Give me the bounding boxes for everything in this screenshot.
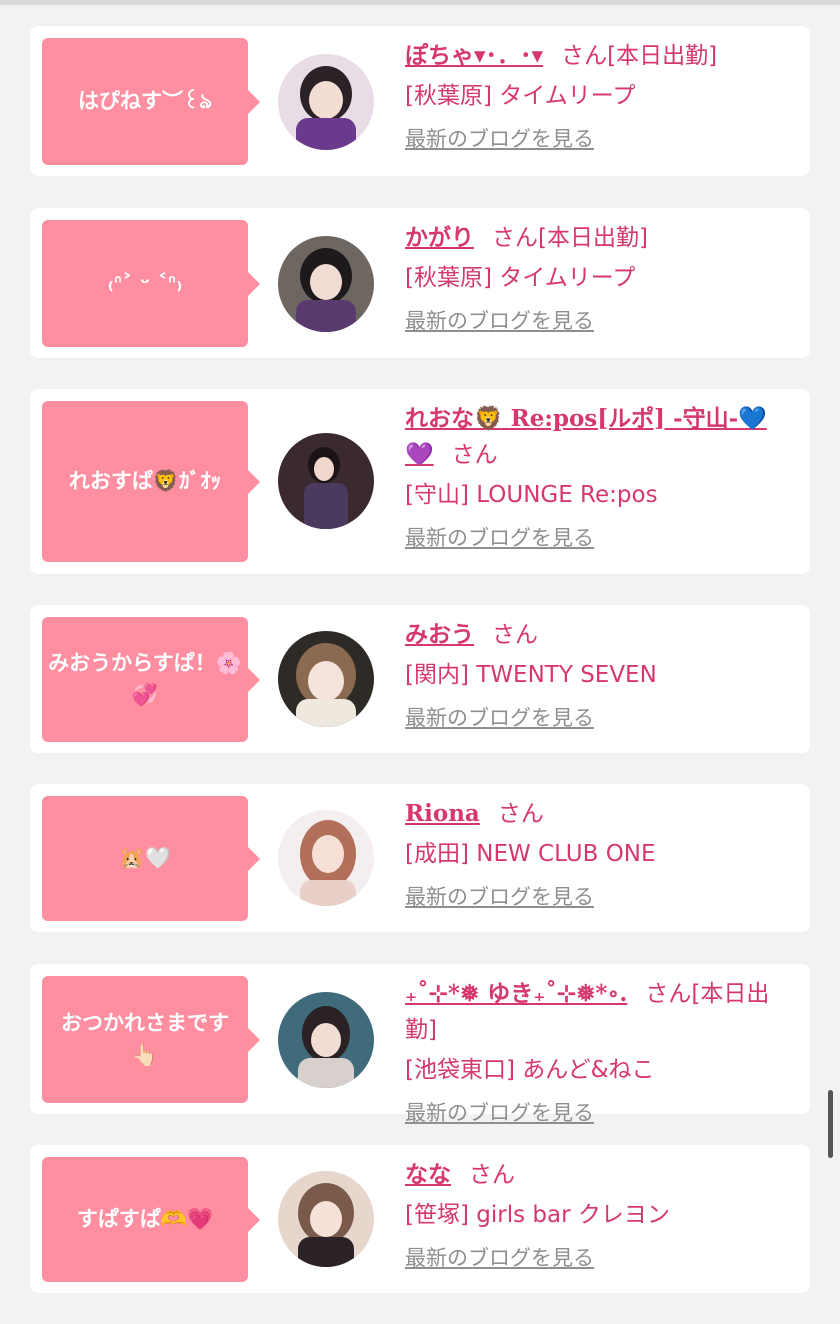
honorific: さん (561, 43, 608, 69)
avatar[interactable] (278, 810, 374, 906)
comment-bubble: すぱすぱ🫶💗 (42, 1157, 260, 1282)
name-line: みおう さん (405, 617, 790, 653)
avatar[interactable] (278, 631, 374, 727)
avatar[interactable] (278, 433, 374, 529)
shop-name: [成田] NEW CLUB ONE (405, 841, 656, 867)
honorific: さん (492, 225, 538, 251)
latest-blog-link[interactable]: 最新のブログを見る (405, 1243, 594, 1273)
latest-blog-link[interactable]: 最新のブログを見る (405, 703, 594, 733)
latest-blog-link[interactable]: 最新のブログを見る (405, 124, 594, 154)
blog-entry-card: すぱすぱ🫶💗 なな さん [笹塚] girls bar クレヨン 最新のブログを見… (30, 1145, 810, 1293)
work-today-badge: [本日出勤] (538, 225, 648, 251)
honorific: さん (497, 801, 544, 827)
blog-entry-card: 🐹🤍 Riona さん [成田] NEW CLUB ONE 最新のブログを見る (30, 784, 810, 932)
blog-entry-card: みおうからすぱ！🌸💞 みおう さん [関内] TWENTY SEVEN 最新のブロ… (30, 605, 810, 753)
cast-name-link[interactable]: ぽちゃ▾･．･▾ (405, 42, 543, 69)
shop-name: [関内] TWENTY SEVEN (405, 662, 657, 688)
shop-name: [笹塚] girls bar クレヨン (405, 1202, 670, 1228)
top-edge (0, 0, 840, 5)
latest-blog-link[interactable]: 最新のブログを見る (405, 523, 594, 553)
avatar[interactable] (278, 1171, 374, 1267)
comment-bubble: れおすぱ🦁ｶﾞｵｯ (42, 401, 260, 562)
honorific: さん (451, 442, 498, 468)
honorific: さん (645, 981, 692, 1007)
cast-name-link[interactable]: Riona (405, 800, 480, 827)
comment-bubble: ₍ᐢ˃ ᵕ ˂ᐢ₎ (42, 220, 260, 347)
blog-entry-card: れおすぱ🦁ｶﾞｵｯ れおな🦁 Re:pos[ルポ] -守山-💙💜 さん [守山] … (30, 389, 810, 574)
cast-name-link[interactable]: なな (405, 1161, 451, 1188)
comment-bubble: 🐹🤍 (42, 796, 260, 921)
name-line: かがり さん[本日出勤] (405, 220, 790, 256)
cast-name-link[interactable]: みおう (405, 621, 474, 648)
shop-name: [秋葉原] タイムリープ (405, 265, 636, 291)
honorific: さん (492, 622, 538, 648)
name-line: なな さん (405, 1157, 790, 1193)
comment-bubble: はぴねす︶꒰ঌ (42, 38, 260, 165)
avatar[interactable] (278, 236, 374, 332)
avatar[interactable] (278, 992, 374, 1088)
latest-blog-link[interactable]: 最新のブログを見る (405, 882, 594, 912)
scrollbar[interactable] (828, 1090, 833, 1158)
blog-entry-card: ₍ᐢ˃ ᵕ ˂ᐢ₎ かがり さん[本日出勤] [秋葉原] タイムリープ 最新のブロ… (30, 208, 810, 358)
avatar[interactable] (278, 54, 374, 150)
latest-blog-link[interactable]: 最新のブログを見る (405, 306, 594, 336)
shop-name: [秋葉原] タイムリープ (405, 83, 636, 109)
honorific: さん (469, 1162, 515, 1188)
work-today-badge: [本日出勤] (607, 43, 718, 69)
latest-blog-link[interactable]: 最新のブログを見る (405, 1098, 594, 1128)
comment-bubble: おつかれさまです 👆🏻 (42, 976, 260, 1103)
cast-name-link[interactable]: かがり (405, 224, 474, 251)
name-line: Riona さん (405, 796, 790, 832)
blog-entry-card: はぴねす︶꒰ঌ ぽちゃ▾･．･▾ さん[本日出勤] [秋葉原] タイムリープ 最新… (30, 26, 810, 176)
comment-bubble: みおうからすぱ！🌸💞 (42, 617, 260, 742)
cast-name-link[interactable]: ₊˚⊹*❅ ゆき₊˚⊹❅*∘. (405, 980, 627, 1007)
shop-name: [守山] LOUNGE Re:pos (405, 482, 658, 508)
blog-entry-card: おつかれさまです 👆🏻 ₊˚⊹*❅ ゆき₊˚⊹❅*∘. さん[本日出勤] [池袋東… (30, 964, 810, 1125)
shop-name: [池袋東口] あんど&ねこ (405, 1057, 655, 1083)
name-line: れおな🦁 Re:pos[ルポ] -守山-💙💜 さん (405, 401, 790, 473)
name-line: ぽちゃ▾･．･▾ さん[本日出勤] (405, 38, 790, 74)
name-line: ₊˚⊹*❅ ゆき₊˚⊹❅*∘. さん[本日出勤] (405, 976, 790, 1048)
